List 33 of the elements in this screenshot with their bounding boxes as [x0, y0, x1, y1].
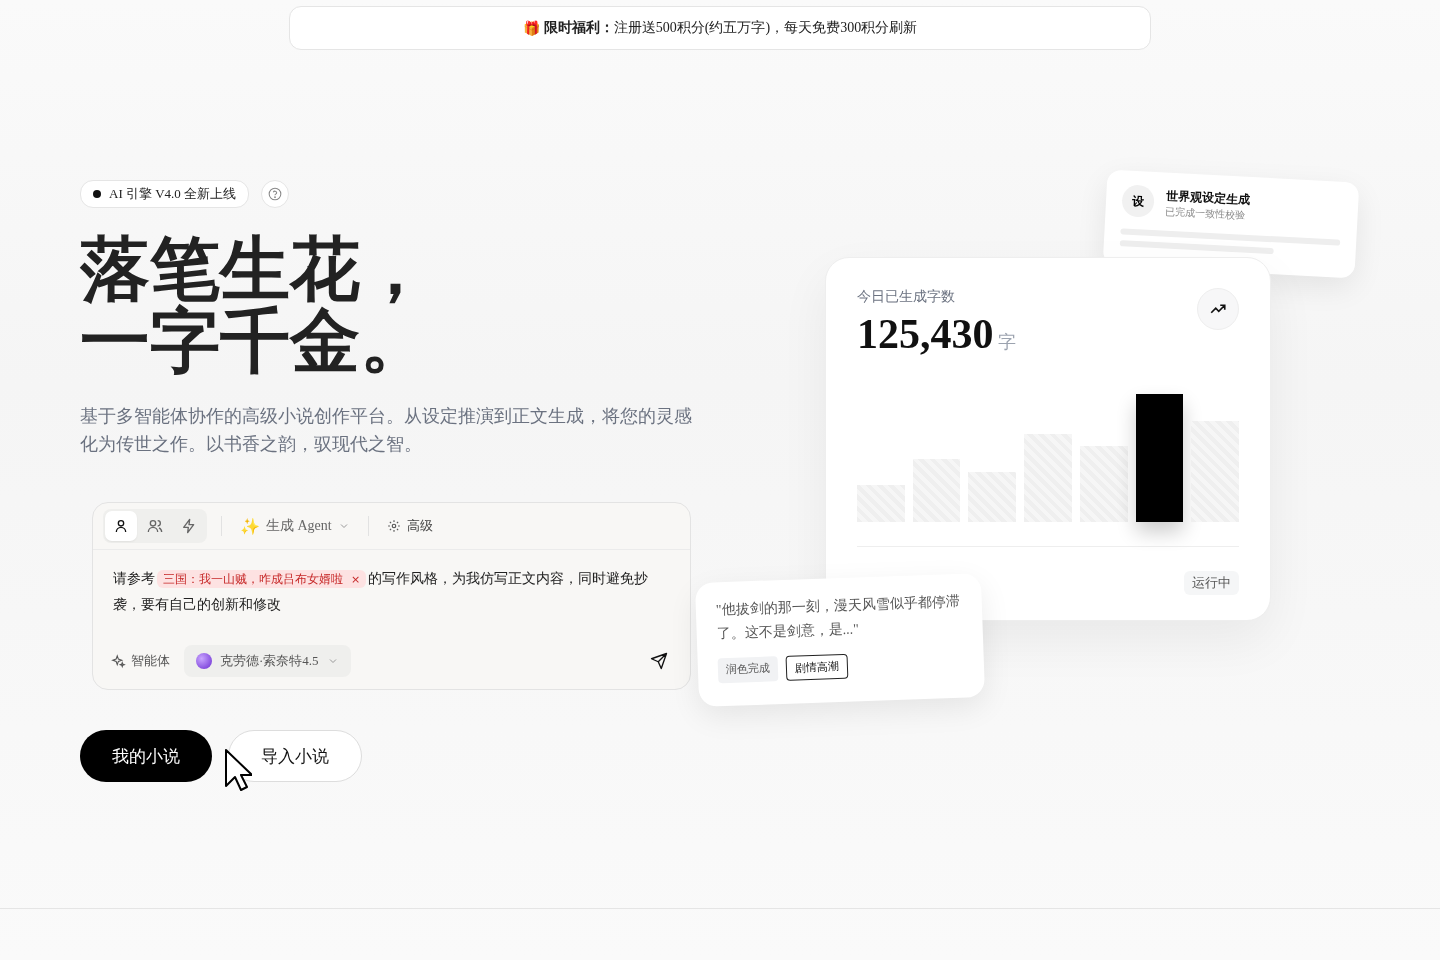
prompt-text[interactable]: 请参考 三国：我一山贼，咋成吕布女婿啦 × 的写作风格，为我仿写正文内容，同时避免抄袭，要有自己的创新和修改	[93, 550, 690, 645]
tag: 润色完成	[717, 656, 779, 684]
agent-button[interactable]: 智能体	[111, 652, 170, 670]
my-novels-button[interactable]: 我的小说	[80, 730, 212, 782]
mouse-pointer-icon	[224, 748, 252, 792]
sparkle-icon	[111, 653, 126, 669]
task-title: 世界观设定生成	[1165, 187, 1251, 207]
task-avatar: 设	[1121, 184, 1155, 218]
person-icon	[113, 518, 129, 534]
quote-text: "他拔剑的那一刻，漫天风雪似乎都停滞了。这不是剑意，是..."	[715, 592, 961, 644]
settings-icon	[386, 519, 401, 533]
model-dropdown[interactable]: 克劳德·索奈特4.5	[184, 645, 351, 677]
promo-label: 限时福利：	[543, 19, 614, 37]
crystal-ball-icon	[196, 653, 212, 669]
headline-line: 一字千金。	[80, 306, 430, 378]
mode-tab[interactable]	[105, 511, 137, 541]
import-novel-button[interactable]: 导入小说	[228, 730, 362, 782]
agent-dropdown[interactable]: ✨ 生成 Agent	[236, 516, 354, 536]
status-badge: 运行中	[1184, 571, 1239, 595]
stats-label: 今日已生成字数	[857, 288, 956, 306]
task-subtitle: 已完成一致性校验	[1165, 205, 1247, 223]
people-icon	[147, 518, 163, 534]
tag: 剧情高潮	[785, 653, 849, 681]
hero-subtitle: 基于多智能体协作的高级小说创作平台。从设定推演到正文生成，将您的灵感化为传世之作。以书香之韵，驭现代之智。	[80, 404, 693, 456]
promo-text: 注册送500积分(约五万字)，每天免费300积分刷新	[613, 19, 918, 37]
gift-icon: 🎁	[522, 19, 540, 37]
word-unit: 字	[997, 330, 1016, 354]
advanced-button[interactable]: 高级	[382, 517, 437, 535]
lightning-icon	[181, 518, 197, 534]
version-badge: AI 引擎 V4.0 全新上线	[80, 180, 250, 208]
help-icon[interactable]	[261, 180, 290, 208]
word-count: 125,430	[857, 310, 994, 358]
trend-up-icon	[1197, 288, 1239, 330]
